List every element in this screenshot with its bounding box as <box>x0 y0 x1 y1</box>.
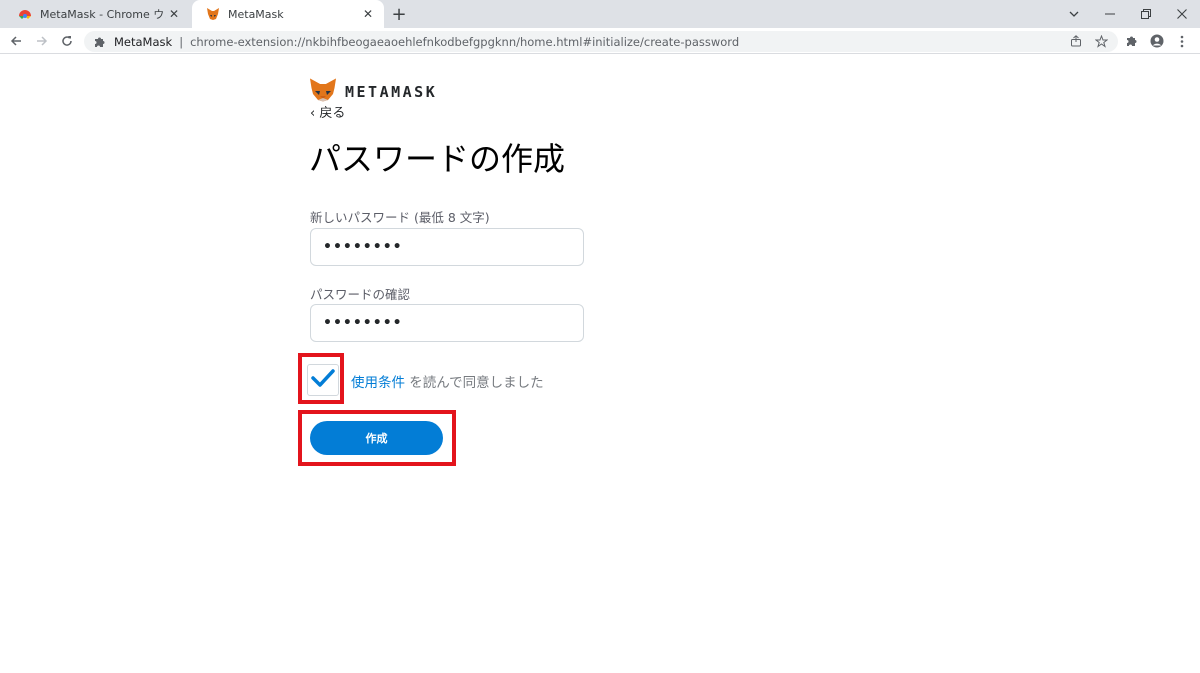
back-link[interactable]: ‹ 戻る <box>310 102 345 121</box>
extensions-icon[interactable] <box>1122 31 1142 51</box>
address-bar[interactable]: MetaMask | chrome-extension://nkbihfbeog… <box>84 31 1118 52</box>
close-window-button[interactable] <box>1164 0 1200 28</box>
omnibox-separator: | <box>179 34 184 49</box>
terms-text: 使用条件 を読んで同意しました <box>351 371 544 391</box>
restore-button[interactable] <box>1128 0 1164 28</box>
tab-chrome-web-store[interactable]: MetaMask - Chrome ウェブストア ✕ <box>4 0 190 28</box>
browser-toolbar: MetaMask | chrome-extension://nkbihfbeog… <box>0 28 1200 54</box>
reload-icon[interactable] <box>57 31 77 51</box>
new-password-input[interactable]: •••••••• <box>310 228 584 266</box>
profile-avatar-icon[interactable] <box>1147 31 1167 51</box>
chrome-menu-icon[interactable] <box>1172 31 1192 51</box>
terms-checkbox[interactable] <box>307 364 339 396</box>
confirm-password-label: パスワードの確認 <box>310 287 411 302</box>
chrome-web-store-icon <box>18 7 32 21</box>
share-icon[interactable] <box>1066 31 1086 51</box>
metamask-wordmark: METAMASK <box>345 83 438 101</box>
create-button[interactable]: 作成 <box>310 421 443 455</box>
back-arrow-icon[interactable] <box>6 31 26 51</box>
terms-of-use-link[interactable]: 使用条件 <box>351 375 405 391</box>
close-icon[interactable]: ✕ <box>166 6 182 22</box>
new-password-label: 新しいパスワード (最低 8 文字) <box>310 210 490 225</box>
close-icon[interactable]: ✕ <box>360 6 376 22</box>
terms-agree-text: を読んで同意しました <box>405 375 544 391</box>
url-text: chrome-extension://nkbihfbeogaeaoehlefnk… <box>190 34 740 49</box>
forward-arrow-icon[interactable] <box>32 31 52 51</box>
extension-puzzle-icon <box>94 36 108 48</box>
minimize-button[interactable] <box>1092 0 1128 28</box>
site-name: MetaMask <box>114 34 173 49</box>
tab-title: MetaMask - Chrome ウェブストア <box>40 8 166 21</box>
tab-search-icon[interactable] <box>1056 0 1092 28</box>
tab-title: MetaMask <box>228 7 284 21</box>
page-title: パスワードの作成 <box>309 140 566 178</box>
bookmark-star-icon[interactable] <box>1091 31 1111 51</box>
checkmark-icon <box>311 368 335 392</box>
confirm-password-input[interactable]: •••••••• <box>310 304 584 342</box>
metamask-fox-icon <box>206 7 220 21</box>
tab-metamask[interactable]: MetaMask ✕ <box>192 0 384 28</box>
tab-strip: MetaMask - Chrome ウェブストア ✕ MetaMask ✕ + <box>0 0 1200 28</box>
new-tab-button[interactable]: + <box>389 4 409 25</box>
